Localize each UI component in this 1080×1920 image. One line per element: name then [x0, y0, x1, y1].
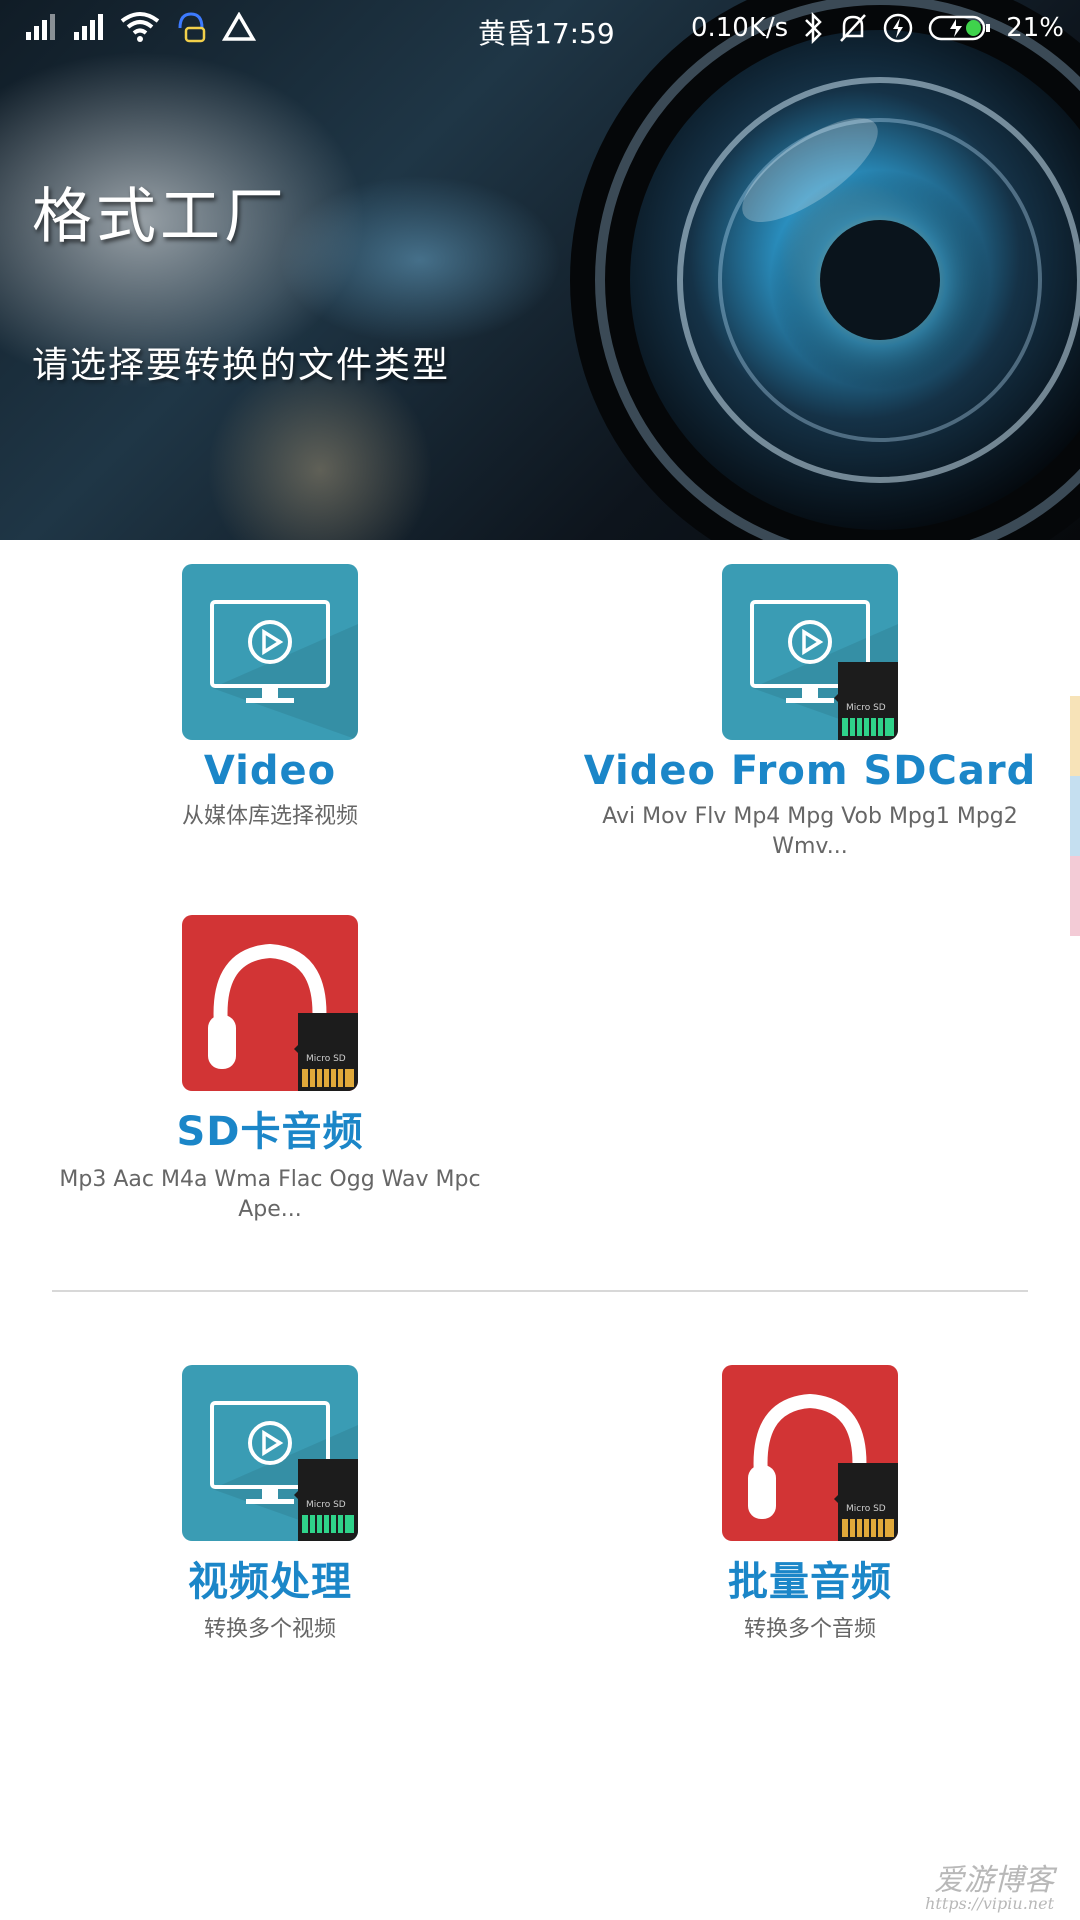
watermark: 爱游博客 https://vipiu.net [925, 1866, 1054, 1912]
video-sdcard-icon: Micro SD [182, 1365, 358, 1541]
headphones-sdcard-icon: Micro SD [722, 1365, 898, 1541]
chat-notification-icon [178, 12, 206, 43]
svg-text:Micro SD: Micro SD [846, 1504, 886, 1514]
watermark-title: 爱游博客 [934, 1863, 1054, 1898]
status-bar: 黄昏17:59 0.10K/s 21% [0, 0, 1080, 58]
svg-text:Micro SD: Micro SD [306, 1500, 346, 1510]
navigation-icon [222, 12, 256, 41]
tile-description: 转换多个音频 [743, 1617, 876, 1642]
page-title: 格式工厂 [32, 182, 288, 252]
page-subtitle: 请选择要转换的文件类型 [32, 345, 451, 386]
tile-description: Mp3 Aac M4a Wma Flac Ogg Wav Mpc Ape... [59, 1167, 481, 1222]
bluetooth-icon [805, 12, 822, 44]
charging-icon [883, 13, 913, 43]
signal-icon [26, 14, 55, 40]
sd-audio-tile[interactable]: Micro SD SD卡音频 Mp3 Aac M4a Wma Flac Ogg … [0, 915, 540, 1225]
edge-tab[interactable] [1070, 696, 1080, 776]
signal-icon [74, 14, 103, 40]
tile-description: 转换多个视频 [203, 1617, 336, 1642]
watermark-url: https://vipiu.net [925, 1894, 1054, 1913]
tile-description: Avi Mov Flv Mp4 Mpg Vob Mpg1 Mpg2 Wmv... [602, 804, 1018, 859]
batch-video-tile[interactable]: Micro SD 视频处理 转换多个视频 [0, 1365, 540, 1645]
tile-title: 批量音频 [728, 1559, 892, 1605]
section-divider [52, 1290, 1028, 1292]
video-sdcard-icon: Micro SD [722, 564, 898, 740]
edge-tab[interactable] [1070, 776, 1080, 856]
camera-lens-image [570, 0, 1080, 540]
video-monitor-icon [182, 564, 358, 740]
wifi-icon [120, 12, 160, 42]
video-tile[interactable]: Video 从媒体库选择视频 [0, 564, 540, 832]
battery-percent: 21% [1006, 13, 1064, 43]
tile-title: SD卡音频 [176, 1109, 364, 1155]
headphones-sdcard-icon: Micro SD [182, 915, 358, 1091]
batch-audio-tile[interactable]: Micro SD 批量音频 转换多个音频 [540, 1365, 1080, 1645]
tile-description: 从媒体库选择视频 [181, 804, 358, 829]
tile-title: Video [203, 748, 337, 794]
svg-text:Micro SD: Micro SD [846, 703, 886, 713]
svg-text:Micro SD: Micro SD [306, 1054, 346, 1064]
video-sdcard-tile[interactable]: Micro SD Video From SDCard Avi Mov Flv M… [540, 564, 1080, 862]
status-time: 黄昏17:59 [478, 17, 615, 50]
tile-title: 视频处理 [188, 1559, 352, 1605]
battery-icon [928, 15, 991, 41]
bell-off-icon [840, 14, 867, 42]
edge-tab[interactable] [1070, 856, 1080, 936]
header-banner: 黄昏17:59 0.10K/s 21% 格式工厂 请选择要转换的文件类型 [0, 0, 1080, 540]
tile-title: Video From SDCard [583, 748, 1037, 794]
network-speed: 0.10K/s [690, 13, 789, 43]
